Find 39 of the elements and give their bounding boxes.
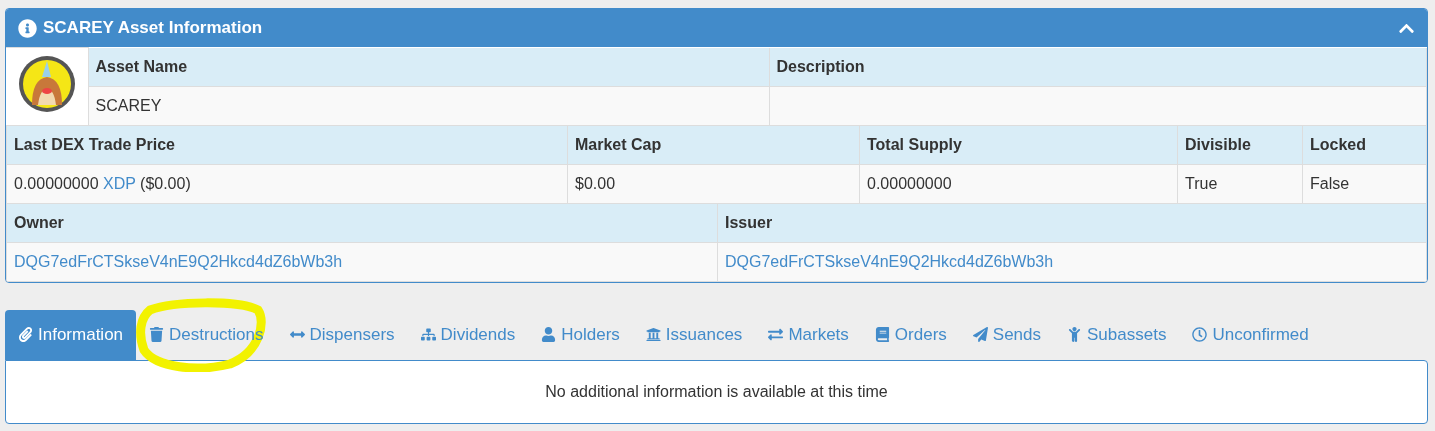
table-cell: SCAREY [88,86,769,125]
paper-plane-icon [972,327,988,342]
tab[interactable]: Dividends [407,309,529,360]
empty-message: No additional information is available at this time [545,382,888,401]
price-text: 0.00000000 XDP ($0.00) [14,174,191,192]
bank-icon [645,327,661,342]
table-cell: 0.00000000 [859,164,1178,203]
column-header: Last DEX Trade Price [6,125,568,164]
column-header: Total Supply [859,125,1178,164]
column-header: Description [769,47,1427,86]
exchange-icon [768,327,784,342]
tab[interactable]: Unconfirmed [1179,309,1322,360]
column-header: Owner [6,203,718,242]
column-header: Asset Name [88,47,769,86]
tab[interactable]: Orders [861,309,960,360]
tab[interactable]: Subassets [1054,309,1180,360]
info-icon [18,18,37,38]
table-cell: $0.00 [567,164,860,203]
trash-icon [149,327,165,342]
tab[interactable]: Information [5,309,137,360]
clock-icon [1192,327,1208,342]
tab[interactable]: Dispensers [276,309,408,360]
tab[interactable]: Sends [959,309,1054,360]
child-icon [1067,327,1082,342]
sitemap-icon [420,327,436,342]
column-header: Issuer [717,203,1427,242]
paperclip-icon [18,327,33,342]
column-header: Market Cap [567,125,860,164]
tab[interactable]: Holders [528,309,633,360]
panel-title: SCAREY Asset Information [43,18,264,38]
column-header: Divisible [1177,125,1303,164]
currency-link[interactable]: XDP [103,174,136,192]
book-icon [874,327,890,342]
user-icon [541,327,557,342]
column-header: Locked [1302,125,1427,164]
table-cell: True [1177,164,1303,203]
table-cell: False [1302,164,1427,203]
tab[interactable]: Markets [755,309,862,360]
tab[interactable]: Issuances [632,309,756,360]
